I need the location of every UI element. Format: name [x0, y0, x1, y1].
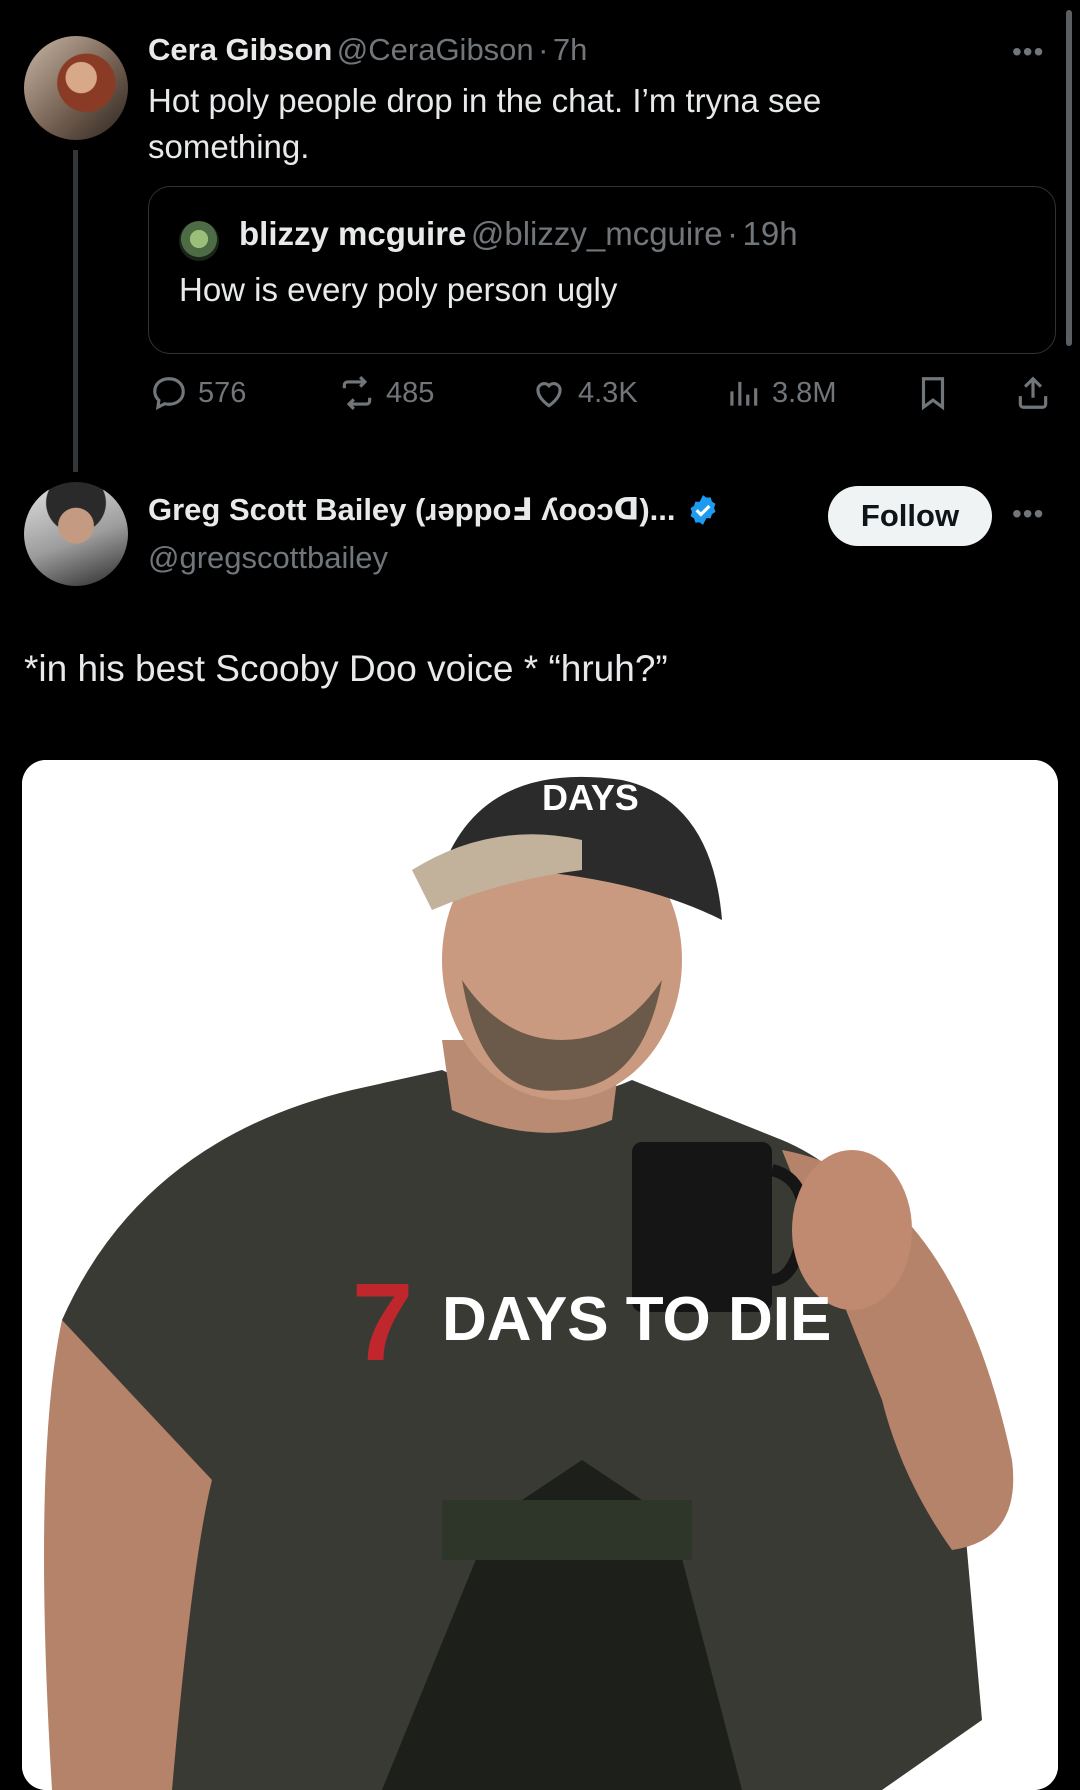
thread-connector-line [73, 150, 78, 472]
verified-badge-icon [690, 495, 715, 525]
avatar[interactable] [24, 482, 128, 586]
timestamp[interactable]: 7h [553, 32, 587, 67]
separator: · [727, 215, 739, 252]
quoted-tweet-text: How is every poly person ugly [179, 271, 618, 308]
reply-icon [153, 377, 185, 411]
share-button[interactable] [1014, 374, 1052, 412]
author-handle[interactable]: @gregscottbailey [148, 540, 388, 576]
reply-text: *in his best Scooby Doo voice * “hruh?” [24, 648, 668, 689]
repost-icon [342, 376, 372, 410]
repost-button[interactable]: 485 [338, 374, 434, 412]
views-button[interactable]: 3.8M [724, 374, 836, 412]
reply-header: Greg Scott Bailey (ɹǝppoℲ ʎooɔᗡ)... [148, 492, 720, 528]
shirt-number: 7 [352, 1261, 413, 1384]
shirt-text: DAYS TO DIE [442, 1285, 831, 1354]
quoted-tweet-header: blizzy mcguire @blizzy_mcguire · 19h [239, 215, 798, 253]
author-name[interactable]: Greg Scott Bailey (ɹǝppoℲ ʎooɔᗡ)... [148, 492, 676, 528]
repost-count: 485 [386, 376, 435, 409]
quoted-author-name: blizzy mcguire [239, 215, 467, 252]
quoted-author-handle: @blizzy_mcguire [470, 215, 723, 252]
tweet-text: Hot poly people drop in the chat. I’m tr… [148, 82, 822, 165]
share-icon [1018, 376, 1048, 409]
avatar[interactable] [24, 36, 128, 140]
more-icon[interactable]: ••• [1012, 36, 1044, 68]
views-icon [730, 381, 758, 406]
cap-text: DAYS [542, 777, 639, 818]
avatar [179, 221, 219, 261]
heart-icon [536, 382, 562, 408]
views-count: 3.8M [772, 376, 837, 409]
author-handle[interactable]: @CeraGibson [337, 32, 534, 67]
author-name[interactable]: Cera Gibson [148, 32, 332, 67]
reply-count: 576 [198, 376, 247, 409]
bookmark-button[interactable] [914, 374, 952, 412]
follow-button[interactable]: Follow [828, 486, 992, 546]
reply-image[interactable]: DAYS 7 DAYS TO DIE [22, 760, 1058, 1790]
more-icon[interactable]: ••• [1012, 498, 1044, 530]
like-button[interactable]: 4.3K [530, 374, 638, 412]
bookmark-icon [921, 377, 945, 411]
tweet-header: Cera Gibson @CeraGibson · 7h [148, 32, 587, 68]
like-count: 4.3K [578, 376, 638, 409]
man-with-mug-photo: DAYS 7 DAYS TO DIE [22, 760, 1058, 1790]
reply-button[interactable]: 576 [150, 374, 246, 412]
quoted-tweet-card[interactable]: blizzy mcguire @blizzy_mcguire · 19h How… [148, 186, 1056, 354]
scrollbar[interactable] [1066, 10, 1072, 346]
separator: · [538, 32, 549, 67]
quoted-timestamp: 19h [742, 215, 798, 252]
